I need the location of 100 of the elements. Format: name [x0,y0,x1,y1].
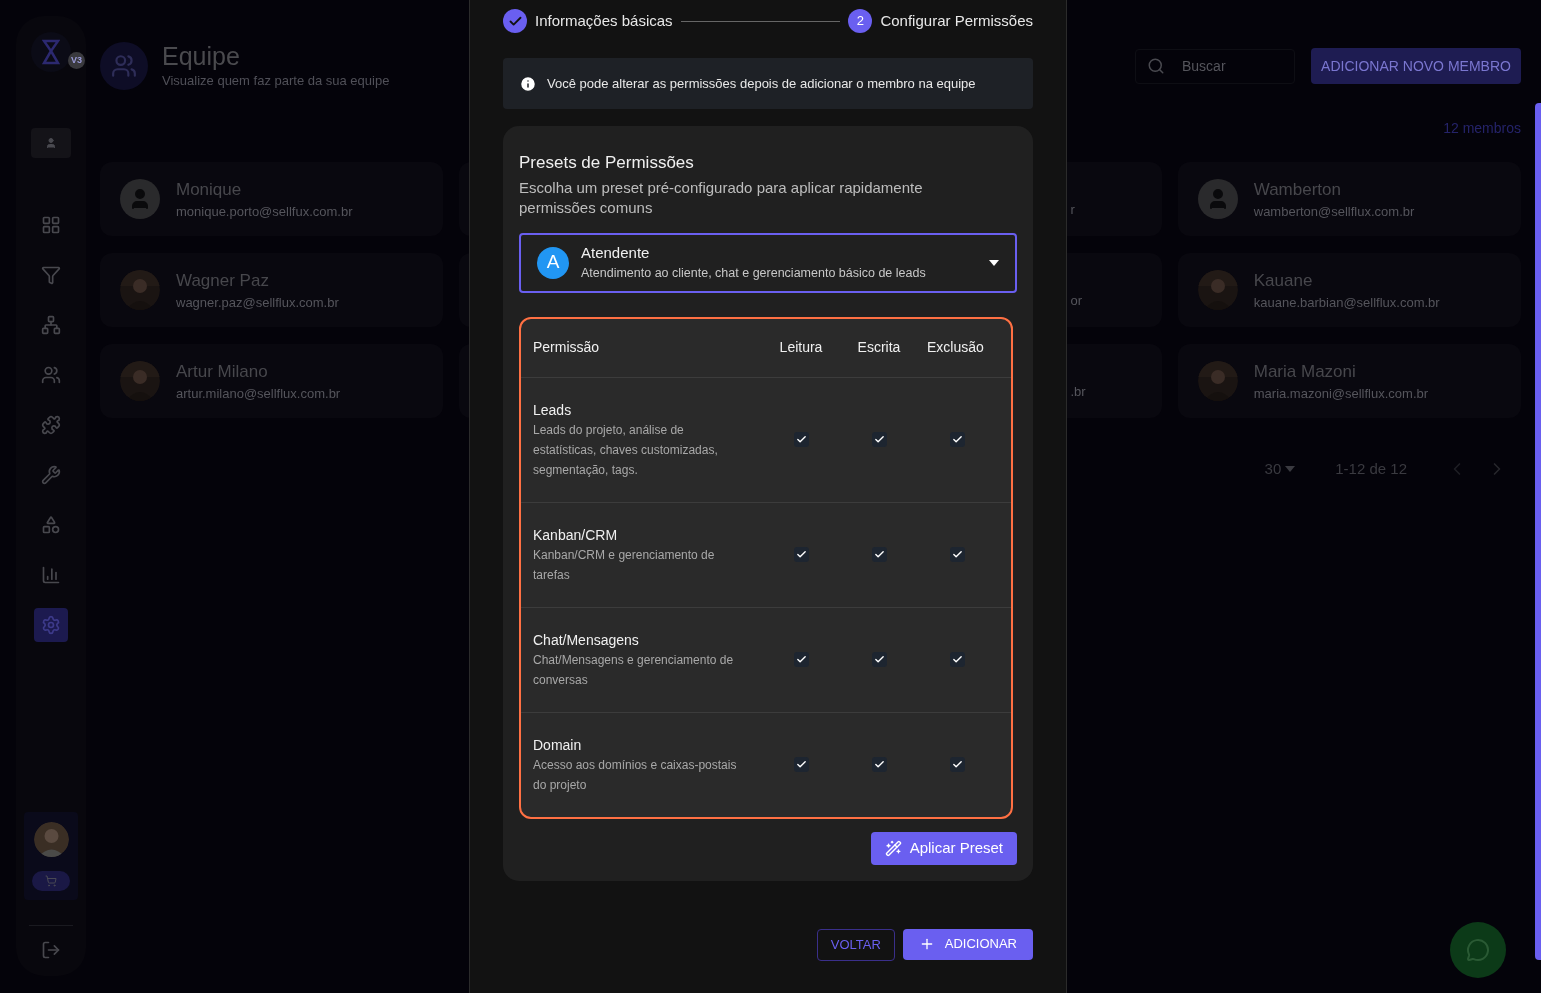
column-header: Permissão [532,338,601,357]
checkbox[interactable] [949,432,965,447]
check-icon [795,549,807,560]
preset-select[interactable]: A Atendente Atendimento ao cliente, chat e gerenciamento básico de leads [519,232,1017,293]
member-email: wagner.paz@sellflux.com.br [176,294,339,312]
puzzle-icon [41,415,61,435]
permission-description: Kanban/CRM e gerenciamento de tarefas [533,546,716,584]
check-icon [951,759,963,770]
page-title: Equipe [162,41,241,72]
checkbox[interactable] [793,432,809,447]
presets-description: Escolha um preset pré-configurado para aplicar rapidamente permissões comuns [519,177,924,218]
checkbox[interactable] [871,652,887,667]
member-card[interactable]: Monique monique.porto@sellfux.com.br [100,162,444,236]
permission-name: Domain [533,735,583,755]
check-icon [873,759,885,770]
member-name: Wamberton [1253,178,1342,201]
member-email: wamberton@sellflux.com.br [1253,203,1415,221]
checkbox[interactable] [793,652,809,667]
check-icon [951,434,963,445]
preset-name: Atendente [581,242,651,263]
column-header: Exclusão [926,338,985,357]
permission-description: Chat/Mensagens e gerenciamento de conversas [533,651,735,689]
check-icon [795,434,807,445]
check-icon [873,434,885,445]
member-name: Wagner Paz [176,269,270,292]
version-badge: V3 [68,52,85,69]
checkbox[interactable] [949,757,965,772]
member-card[interactable]: Wagner Paz wagner.paz@sellflux.com.br [100,253,444,327]
people-icon [111,53,137,79]
member-card[interactable]: Artur Milano artur.milano@sellflux.com.br [100,344,444,418]
permission-name: Chat/Mensagens [533,630,640,650]
member-card[interactable]: Wamberton wamberton@sellflux.com.br [1177,162,1521,236]
check-icon [873,549,885,560]
member-email: .br [1070,383,1086,402]
hierarchy-icon [41,315,61,335]
permission-name: Kanban/CRM [533,525,619,545]
checkbox[interactable] [949,652,965,667]
member-email: monique.porto@sellfux.com.br [176,203,353,221]
member-email: maria.mazoni@sellflux.com.br [1253,385,1429,403]
member-count: 12 membros [1443,119,1521,138]
member-card[interactable]: Maria Mazoni maria.mazoni@sellflux.com.br [1177,344,1521,418]
checkbox[interactable] [949,547,965,562]
presets-title: Presets de Permissões [519,152,695,174]
search-field[interactable]: Buscar [1135,48,1295,84]
check-icon [873,654,885,665]
member-name: Maria Mazoni [1253,360,1357,383]
scrollbar-thumb[interactable] [1535,103,1541,960]
check-icon [795,654,807,665]
member-email: artur.milano@sellflux.com.br [176,385,341,403]
permission-description: Leads do projeto, análise de estatísticas, chaves customizadas, segmentação, tags. [533,421,719,479]
member-name: Kauane [1253,269,1314,292]
check-icon [951,549,963,560]
checkbox[interactable] [793,547,809,562]
add-button[interactable]: ADICIONAR [902,928,1033,960]
wrench-icon [41,465,61,485]
info-icon [519,74,537,93]
cart-icon [45,875,57,887]
caret-icon [989,259,999,266]
checkbox[interactable] [871,432,887,447]
apply-preset-button[interactable]: Aplicar Preset [870,831,1017,865]
check-icon [951,654,963,665]
member-name: Artur Milano [176,360,269,383]
check-icon [795,759,807,770]
preset-initial: A [537,246,569,279]
account-tile[interactable] [31,128,71,158]
checkbox[interactable] [871,757,887,772]
magic-wand-icon [884,839,902,857]
chat-bubble-icon [1466,938,1490,962]
whatsapp-button[interactable] [1450,922,1506,978]
sidebar-item[interactable] [34,608,68,642]
info-text: Você pode alterar as permissões depois de adicionar o membro na equipe [547,74,976,93]
member-name: Monique [176,178,243,201]
column-header: Escrita [856,338,902,357]
permission-name: Leads [533,400,573,420]
logo-icon [31,32,71,72]
permission-description: Acesso aos domínios e caixas-postais do projeto [533,756,738,794]
back-button[interactable]: VOLTAR [816,928,895,961]
add-member-button[interactable]: ADICIONAR NOVO MEMBRO [1311,48,1521,84]
step-label: Informações básicas [535,10,673,31]
checkbox[interactable] [793,757,809,772]
person-icon [45,137,57,149]
filter-icon [41,265,61,285]
logout-icon[interactable] [41,940,61,960]
bar-chart-icon [41,565,61,585]
member-card[interactable]: Kauane kauane.barbian@sellflux.com.br [1177,253,1521,327]
column-header: Leitura [778,338,824,357]
step-label: Configurar Permissões [880,10,1033,31]
checkbox[interactable] [871,547,887,562]
shapes-icon [41,515,61,535]
member-email: kauane.barbian@sellflux.com.br [1253,294,1440,312]
preset-description: Atendimento ao cliente, chat e gerenciamento básico de leads [581,265,927,283]
caret-icon [1285,466,1296,473]
step-number: 2 [848,9,873,33]
member-email: r [1070,201,1075,220]
grid-icon [41,215,61,235]
page-subtitle: Visualize quem faz parte da sua equipe [162,72,390,91]
member-email: or [1070,292,1083,311]
people-icon [41,365,61,385]
cart-button[interactable] [32,871,70,891]
search-icon [1147,56,1165,75]
